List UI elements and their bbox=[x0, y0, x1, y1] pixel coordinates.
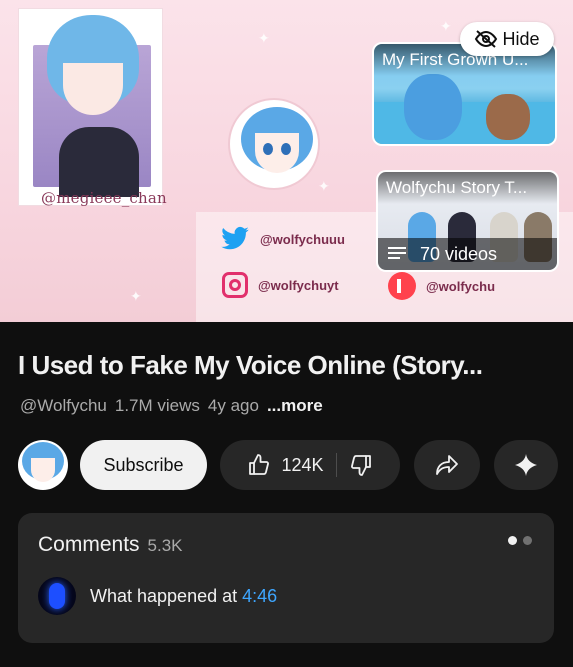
video-metadata[interactable]: @Wolfychu 1.7M views 4y ago ...more bbox=[20, 396, 323, 416]
dot-active bbox=[508, 536, 517, 545]
share-button[interactable] bbox=[414, 440, 480, 490]
video-title[interactable]: I Used to Fake My Voice Online (Story... bbox=[18, 350, 558, 381]
end-screen-channel-avatar[interactable] bbox=[230, 100, 318, 188]
end-screen-playlist-card[interactable]: Wolfychu Story T... 70 videos bbox=[376, 170, 559, 272]
twitter-icon bbox=[220, 226, 250, 252]
playlist-icon bbox=[388, 247, 410, 261]
fan-art-image: @megieee_chan bbox=[18, 8, 167, 207]
instagram-handle: @wolfychuyt bbox=[258, 277, 339, 293]
like-count: 124K bbox=[281, 454, 324, 475]
playlist-video-count: 70 videos bbox=[420, 243, 498, 264]
end-screen-video-card[interactable]: My First Grown U... bbox=[372, 42, 557, 146]
thumb-up-icon[interactable] bbox=[247, 453, 271, 477]
thumb-down-icon[interactable] bbox=[349, 453, 373, 477]
upload-age: 4y ago bbox=[207, 396, 259, 415]
comments-label: Comments bbox=[38, 533, 140, 556]
sparkle-decoration: ✦ bbox=[130, 288, 142, 304]
comments-count: 5.3K bbox=[147, 536, 183, 555]
instagram-icon bbox=[222, 272, 248, 298]
comment-text: What happened at bbox=[90, 585, 238, 606]
commenter-avatar bbox=[38, 577, 76, 615]
twitter-handle: @wolfychuuu bbox=[260, 231, 345, 247]
video-player[interactable]: ✦ ✦ ✦ ✦ @megieee_chan @wolfychuuu @wolfy… bbox=[0, 0, 573, 322]
patreon-icon bbox=[388, 272, 416, 300]
carousel-dots bbox=[508, 536, 532, 545]
share-icon bbox=[435, 454, 459, 476]
divider bbox=[335, 453, 337, 477]
patreon-handle: @wolfychu bbox=[426, 278, 496, 294]
twitter-link: @wolfychuuu bbox=[220, 226, 345, 252]
playlist-card-title: Wolfychu Story T... bbox=[378, 172, 557, 204]
eye-off-icon bbox=[474, 29, 498, 49]
sparkle-decoration: ✦ bbox=[258, 30, 270, 46]
comments-panel[interactable]: Comments 5.3K What happened at 4:46 bbox=[18, 513, 554, 643]
artist-handle: @megieee_chan bbox=[41, 189, 167, 207]
channel-avatar[interactable] bbox=[18, 440, 68, 490]
instagram-link: @wolfychuyt bbox=[222, 272, 339, 298]
thumbnail-character bbox=[486, 94, 530, 140]
sparkle-icon bbox=[515, 454, 537, 476]
comments-header: Comments 5.3K bbox=[38, 533, 183, 557]
channel-handle: @Wolfychu bbox=[20, 396, 107, 415]
playlist-count-bar: 70 videos bbox=[378, 238, 557, 270]
subscribe-button[interactable]: Subscribe bbox=[80, 440, 207, 490]
avatar-eye bbox=[263, 143, 273, 155]
comment-preview: What happened at 4:46 bbox=[38, 577, 277, 615]
action-row: Subscribe 124K bbox=[18, 440, 573, 492]
sparkle-decoration: ✦ bbox=[440, 18, 452, 34]
view-count: 1.7M views bbox=[114, 396, 200, 415]
thumbnail-character bbox=[404, 74, 462, 140]
sparkle-decoration: ✦ bbox=[318, 178, 330, 194]
dot-inactive bbox=[523, 536, 532, 545]
illustration-body bbox=[59, 127, 139, 197]
hide-label: Hide bbox=[502, 28, 540, 49]
avatar-eye bbox=[281, 143, 291, 155]
hide-end-screen-button[interactable]: Hide bbox=[460, 22, 554, 56]
more-link[interactable]: ...more bbox=[267, 396, 323, 416]
comment-timestamp-link[interactable]: 4:46 bbox=[242, 586, 277, 606]
like-dislike-pill: 124K bbox=[220, 440, 400, 490]
patreon-link: @wolfychu bbox=[388, 272, 495, 300]
avatar-face bbox=[31, 458, 55, 482]
ask-button[interactable] bbox=[494, 440, 558, 490]
